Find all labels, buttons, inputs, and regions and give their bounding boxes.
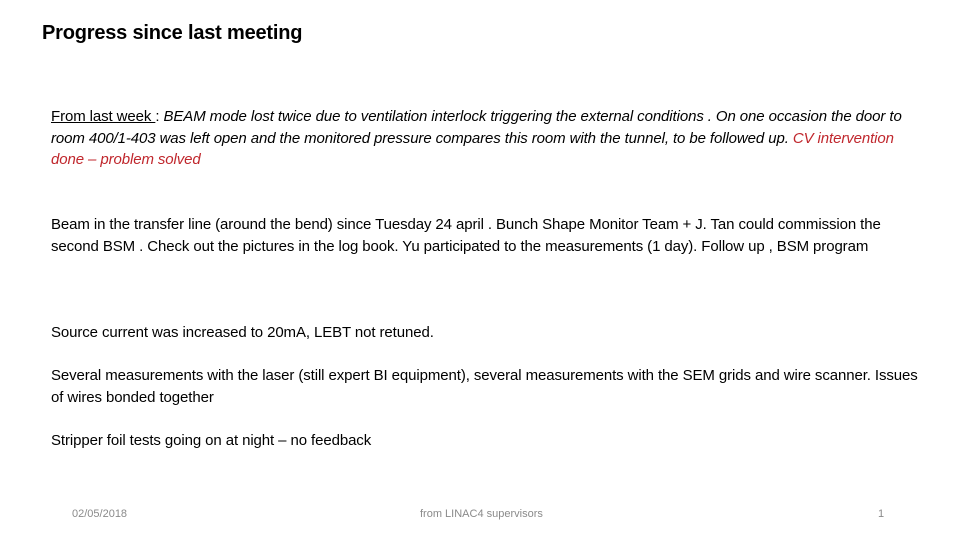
paragraph-source-current: Source current was increased to 20mA, LE… xyxy=(51,324,434,341)
paragraph-last-week: From last week : BEAM mode lost twice du… xyxy=(51,106,921,171)
paragraph-colon: : xyxy=(155,108,164,125)
page-number: 1 xyxy=(878,508,885,520)
paragraph-stripper-foil: Stripper foil tests going on at night – … xyxy=(51,432,372,449)
paragraph-transfer-line: Beam in the transfer line (around the be… xyxy=(51,216,881,255)
footer-text: from LINAC4 supervisors xyxy=(420,508,543,520)
paragraph-italic-text: BEAM mode lost twice due to ventilation … xyxy=(51,108,902,147)
paragraph-measurements: Several measurements with the laser (sti… xyxy=(51,367,918,406)
footer-date: 02/05/2018 xyxy=(72,508,128,520)
paragraph-lead: From last week xyxy=(51,108,156,125)
slide-title: Progress since last meeting xyxy=(42,22,303,44)
